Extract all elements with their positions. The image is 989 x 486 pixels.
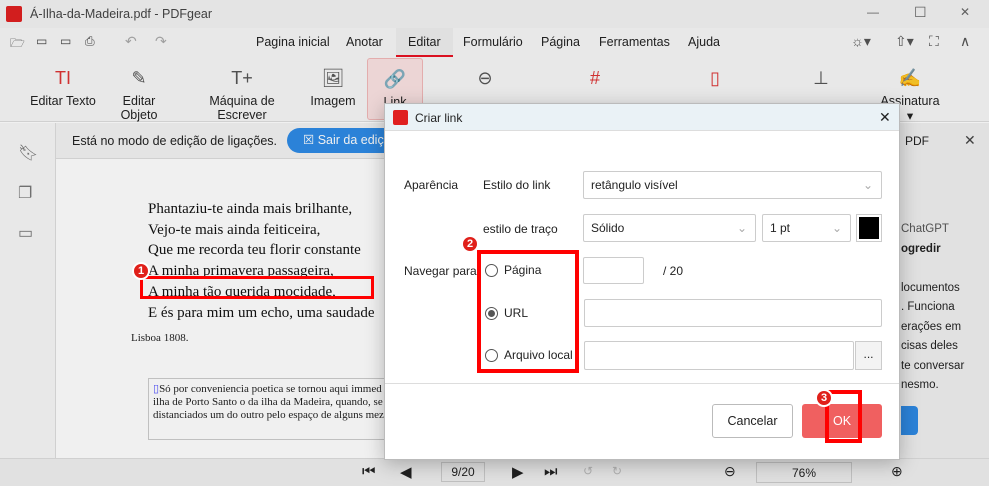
url-input[interactable] [584, 299, 882, 327]
dialog-close-icon[interactable]: ✕ [879, 109, 891, 126]
link-style-select[interactable]: retângulo visível ⌄ [583, 171, 882, 199]
step-2-badge: 2 [461, 235, 479, 253]
stroke-style-label: estilo de traço [483, 222, 558, 236]
app-logo-icon [393, 110, 408, 125]
appearance-label: Aparência [404, 178, 459, 192]
chevron-down-icon: ⌄ [736, 221, 747, 235]
highlight-linked-text [140, 276, 374, 299]
page-number-input[interactable] [583, 257, 644, 284]
stroke-width-select[interactable]: 1 pt ⌄ [762, 214, 851, 242]
stroke-color-swatch[interactable] [856, 214, 882, 242]
navigate-to-label: Navegar para [404, 264, 477, 278]
chevron-down-icon: ⌄ [862, 178, 873, 192]
cancel-button[interactable]: Cancelar [712, 404, 793, 438]
dialog-divider [385, 383, 899, 384]
highlight-navigate-options [477, 250, 579, 373]
stroke-style-select[interactable]: Sólido ⌄ [583, 214, 756, 242]
page-total: / 20 [663, 264, 684, 278]
link-style-label: Estilo do link [483, 178, 551, 192]
local-file-input[interactable] [584, 341, 854, 370]
dialog-title-bar: Criar link ✕ [385, 104, 899, 131]
dialog-title: Criar link [415, 111, 463, 125]
browse-button[interactable]: ... [855, 341, 882, 370]
step-1-badge: 1 [132, 262, 150, 280]
step-3-badge: 3 [815, 389, 833, 407]
chevron-down-icon: ⌄ [831, 221, 842, 235]
